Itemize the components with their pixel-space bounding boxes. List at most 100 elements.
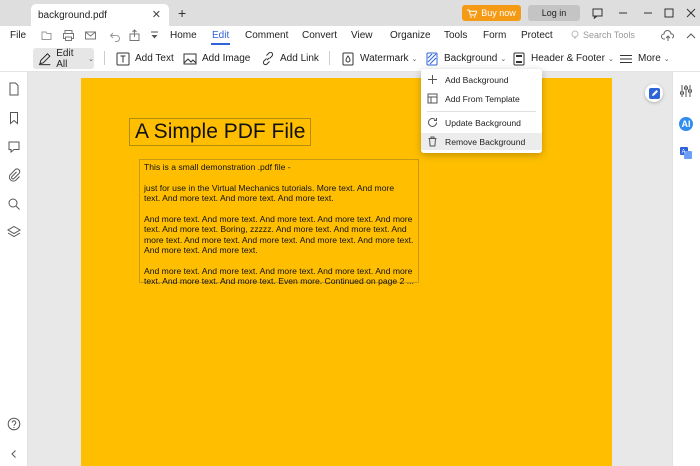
background-icon — [426, 52, 438, 65]
title-bar: background.pdf ✕ + Buy now Log in — [0, 0, 700, 26]
trash-icon — [428, 136, 437, 147]
search-tools[interactable]: Search Tools — [570, 30, 635, 40]
cart-icon — [467, 9, 478, 18]
background-label: Background — [444, 53, 498, 64]
add-from-template-label: Add From Template — [445, 93, 520, 104]
menu-edit[interactable]: Edit — [212, 30, 229, 41]
close-tab-icon[interactable]: ✕ — [152, 8, 161, 21]
add-link-button[interactable]: Add Link — [261, 48, 319, 69]
feedback-icon[interactable] — [590, 6, 604, 20]
floating-edit-button[interactable] — [645, 84, 663, 102]
add-text-label: Add Text — [135, 53, 174, 64]
edit-all-button[interactable]: Edit All ⌄ — [33, 47, 94, 70]
page-thumbnails-icon[interactable] — [7, 82, 21, 96]
menu-tools[interactable]: Tools — [444, 30, 467, 41]
ai-assistant-icon[interactable]: AI — [679, 117, 693, 131]
mail-icon[interactable] — [84, 29, 97, 42]
pdf-paragraph: just for use in the Virtual Mechanics tu… — [144, 182, 395, 204]
right-sidebar — [672, 72, 700, 466]
svg-text:A: A — [682, 150, 686, 156]
bookmark-icon[interactable] — [7, 111, 21, 125]
text-box-icon — [116, 52, 130, 65]
background-dropdown-menu: Add Background Add From Template Update … — [421, 69, 542, 153]
new-tab-icon[interactable]: + — [178, 5, 186, 21]
menu-divider — [427, 111, 536, 112]
menu-view[interactable]: View — [351, 30, 373, 41]
more-menu-icon — [620, 54, 632, 63]
remove-background-label: Remove Background — [445, 136, 526, 147]
document-tab-title: background.pdf — [38, 9, 107, 21]
pdf-paragraph: And more text. And more text. And more t… — [144, 266, 414, 287]
menu-organize[interactable]: Organize — [390, 30, 431, 41]
watermark-button[interactable]: Watermark ⌄ — [341, 48, 417, 69]
menu-form[interactable]: Form — [483, 30, 506, 41]
quick-access-dropdown-icon[interactable] — [148, 29, 161, 42]
layers-icon[interactable] — [7, 225, 21, 239]
header-footer-button[interactable]: Header & Footer ⌄ — [512, 48, 614, 69]
buy-now-label: Buy now — [481, 8, 516, 18]
login-button[interactable]: Log in — [528, 5, 580, 21]
add-image-button[interactable]: Add Image — [183, 48, 250, 69]
maximize-icon[interactable] — [662, 6, 676, 20]
watermark-label: Watermark — [360, 53, 409, 64]
menu-protect[interactable]: Protect — [521, 30, 553, 41]
translate-icon[interactable]: A — [679, 146, 693, 160]
upload-cloud-icon[interactable] — [661, 29, 675, 43]
help-icon[interactable] — [7, 417, 21, 431]
minimize-icon[interactable] — [616, 6, 630, 20]
menu-home[interactable]: Home — [170, 30, 197, 41]
comment-icon[interactable] — [7, 140, 21, 154]
update-background-item[interactable]: Update Background — [421, 114, 542, 131]
edit-all-caret-icon: ⌄ — [88, 55, 94, 63]
collapse-ribbon-icon[interactable] — [684, 29, 698, 43]
properties-sliders-icon[interactable] — [679, 84, 693, 98]
edit-all-label: Edit All — [56, 47, 74, 70]
collapse-sidebar-icon[interactable] — [7, 447, 21, 461]
link-icon — [262, 51, 274, 65]
remove-background-item[interactable]: Remove Background — [421, 133, 542, 150]
menu-comment[interactable]: Comment — [245, 30, 288, 41]
toolbar-divider — [104, 51, 105, 65]
attachment-icon[interactable] — [7, 168, 21, 182]
add-image-label: Add Image — [202, 53, 251, 64]
background-button[interactable]: Background ⌄ — [425, 48, 506, 69]
background-caret-icon: ⌄ — [500, 55, 507, 63]
add-background-item[interactable]: Add Background — [421, 71, 542, 88]
search-tools-placeholder: Search Tools — [583, 30, 635, 40]
pdf-body-text-box[interactable]: This is a small demonstration .pdf file … — [139, 159, 419, 286]
menu-convert[interactable]: Convert — [302, 30, 337, 41]
edit-panel-icon — [648, 87, 660, 99]
pdf-paragraph: And more text. And more text. And more t… — [144, 214, 414, 256]
watermark-caret-icon: ⌄ — [411, 55, 418, 63]
update-background-label: Update Background — [445, 117, 521, 128]
header-footer-label: Header & Footer — [531, 53, 605, 64]
add-link-label: Add Link — [280, 53, 319, 64]
document-tab[interactable]: background.pdf ✕ — [31, 4, 169, 26]
add-text-button[interactable]: Add Text — [116, 48, 174, 69]
add-from-template-item[interactable]: Add From Template — [421, 90, 542, 107]
menu-file[interactable]: File — [10, 30, 26, 41]
close-window-icon[interactable] — [684, 6, 698, 20]
more-label: More — [638, 53, 661, 64]
watermark-icon — [342, 52, 354, 65]
add-background-label: Add Background — [445, 74, 509, 85]
template-icon — [427, 93, 438, 104]
image-icon — [183, 53, 197, 64]
buy-now-button[interactable]: Buy now — [462, 5, 521, 21]
header-footer-caret-icon: ⌄ — [607, 55, 614, 63]
pencil-icon — [38, 52, 51, 65]
minimize-window-icon[interactable] — [641, 6, 655, 20]
search-icon[interactable] — [7, 197, 21, 211]
pdf-title-text-box[interactable]: A Simple PDF File — [129, 118, 312, 146]
more-caret-icon: ⌄ — [663, 55, 670, 63]
lightbulb-icon — [571, 30, 579, 39]
undo-icon[interactable] — [109, 29, 122, 42]
refresh-icon — [428, 117, 437, 127]
share-icon[interactable] — [128, 29, 141, 42]
toolbar-divider — [329, 51, 330, 65]
print-icon[interactable] — [62, 29, 75, 42]
pdf-paragraph: This is a small demonstration .pdf file … — [144, 162, 291, 172]
open-folder-icon[interactable] — [40, 29, 53, 42]
header-footer-icon — [513, 52, 525, 65]
more-button[interactable]: More ⌄ — [619, 48, 670, 69]
